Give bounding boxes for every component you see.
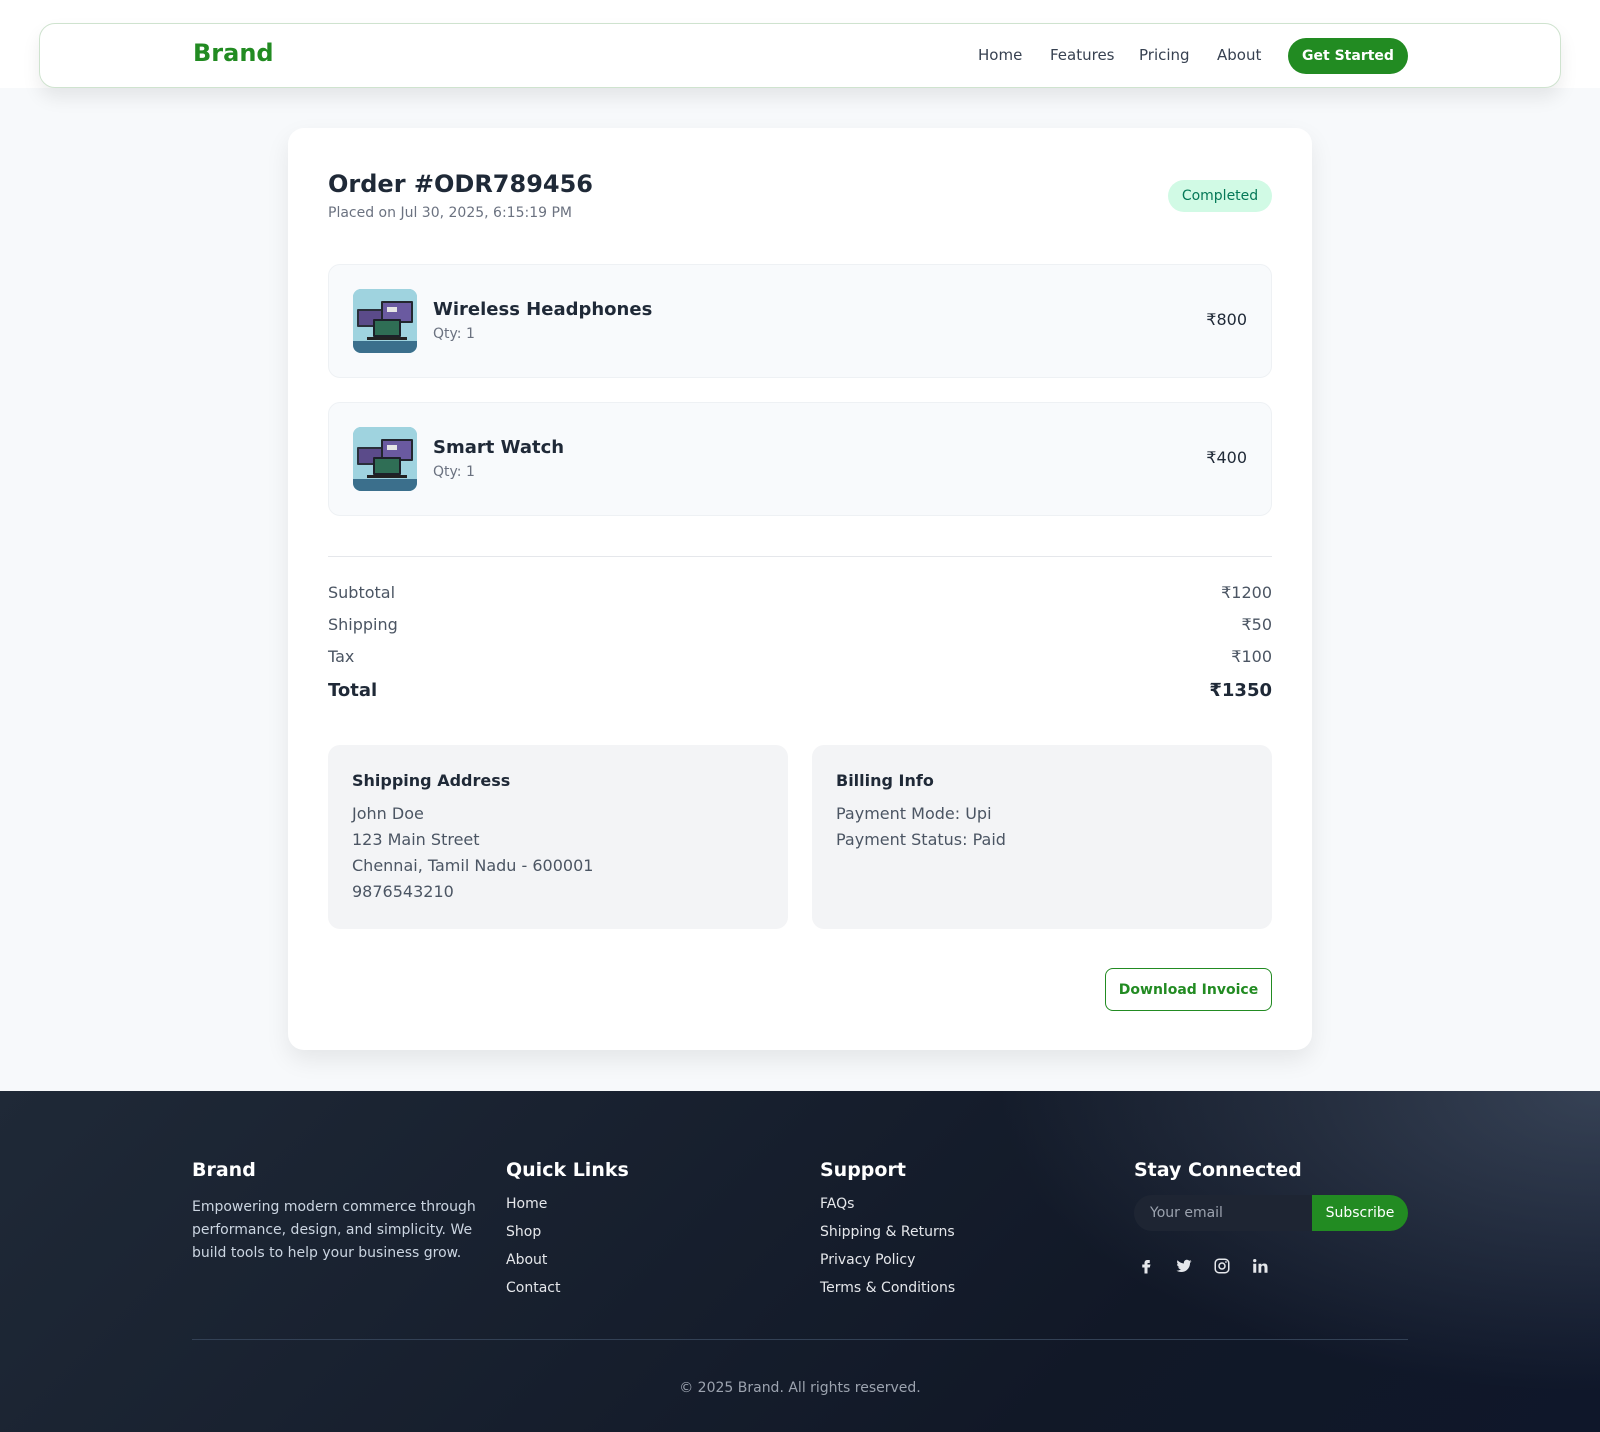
nav-link-features[interactable]: Features	[1050, 46, 1115, 64]
billing-line: Payment Status: Paid	[836, 830, 1006, 849]
address-line: Chennai, Tamil Nadu - 600001	[352, 856, 594, 875]
footer-about-text: Empowering modern commerce through perfo…	[192, 1199, 476, 1261]
stay-connected-title: Stay Connected	[1134, 1159, 1302, 1181]
item-price: ₹400	[1206, 448, 1247, 467]
summary-divider	[328, 556, 1272, 557]
brand-logo[interactable]: Brand	[193, 39, 274, 67]
address-line: 123 Main Street	[352, 830, 480, 849]
footer-link-shop[interactable]: Shop	[506, 1224, 541, 1240]
product-image	[353, 289, 417, 353]
shipping-address-title: Shipping Address	[352, 771, 511, 790]
get-started-button[interactable]: Get Started	[1288, 38, 1408, 74]
quick-links-title: Quick Links	[506, 1159, 629, 1181]
total-value: ₹1350	[1209, 680, 1272, 701]
item-qty: Qty: 1	[433, 326, 475, 342]
item-name: Smart Watch	[433, 437, 565, 458]
email-input[interactable]	[1134, 1195, 1312, 1231]
footer-link-about[interactable]: About	[506, 1252, 547, 1268]
footer-link-home[interactable]: Home	[506, 1196, 547, 1212]
item-qty: Qty: 1	[433, 464, 475, 480]
footer: Brand Empowering modern commerce through…	[0, 1091, 1600, 1432]
footer-link-shipping-returns[interactable]: Shipping & Returns	[820, 1224, 955, 1240]
order-title: Order #ODR789456	[328, 170, 593, 198]
footer-link-contact[interactable]: Contact	[506, 1280, 560, 1296]
copyright-text: © 2025 Brand. All rights reserved.	[679, 1380, 921, 1396]
tax-label: Tax	[328, 647, 355, 666]
instagram-icon[interactable]	[1210, 1254, 1234, 1278]
shipping-value: ₹50	[1241, 615, 1272, 634]
item-name: Wireless Headphones	[433, 299, 653, 320]
footer-link-terms[interactable]: Terms & Conditions	[820, 1280, 955, 1296]
nav-link-pricing[interactable]: Pricing	[1139, 46, 1190, 64]
subtotal-row: Subtotal ₹1200	[328, 583, 1272, 602]
order-item: Wireless Headphones Qty: 1 ₹800	[328, 264, 1272, 378]
nav-link-home[interactable]: Home	[978, 46, 1022, 64]
nav-link-about[interactable]: About	[1217, 46, 1261, 64]
status-badge: Completed	[1168, 180, 1272, 212]
subtotal-value: ₹1200	[1221, 583, 1272, 602]
billing-info-box: Billing Info Payment Mode: Upi Payment S…	[812, 745, 1272, 929]
download-invoice-button[interactable]: Download Invoice	[1105, 968, 1272, 1011]
newsletter-form: Subscribe	[1134, 1195, 1408, 1231]
linkedin-icon[interactable]	[1248, 1254, 1272, 1278]
total-row: Total ₹1350	[328, 680, 1272, 701]
footer-link-privacy-policy[interactable]: Privacy Policy	[820, 1252, 915, 1268]
twitter-icon[interactable]	[1172, 1254, 1196, 1278]
address-line: 9876543210	[352, 882, 454, 901]
order-item: Smart Watch Qty: 1 ₹400	[328, 402, 1272, 516]
navbar: Brand Home Features Pricing About Get St…	[39, 23, 1561, 88]
order-card: Order #ODR789456 Placed on Jul 30, 2025,…	[288, 128, 1312, 1050]
shipping-label: Shipping	[328, 615, 398, 634]
address-line: John Doe	[352, 804, 424, 823]
order-date: Placed on Jul 30, 2025, 6:15:19 PM	[328, 205, 572, 221]
tax-row: Tax ₹100	[328, 647, 1272, 666]
billing-info-title: Billing Info	[836, 771, 934, 790]
facebook-icon[interactable]	[1134, 1254, 1158, 1278]
billing-line: Payment Mode: Upi	[836, 804, 992, 823]
shipping-address-box: Shipping Address John Doe 123 Main Stree…	[328, 745, 788, 929]
footer-divider	[192, 1339, 1408, 1340]
product-image	[353, 427, 417, 491]
shipping-row: Shipping ₹50	[328, 615, 1272, 634]
total-label: Total	[328, 680, 378, 701]
subtotal-label: Subtotal	[328, 583, 396, 602]
footer-brand: Brand	[192, 1159, 256, 1181]
item-price: ₹800	[1206, 310, 1247, 329]
footer-link-faqs[interactable]: FAQs	[820, 1196, 854, 1212]
support-title: Support	[820, 1159, 906, 1181]
tax-value: ₹100	[1231, 647, 1272, 666]
subscribe-button[interactable]: Subscribe	[1312, 1195, 1408, 1231]
